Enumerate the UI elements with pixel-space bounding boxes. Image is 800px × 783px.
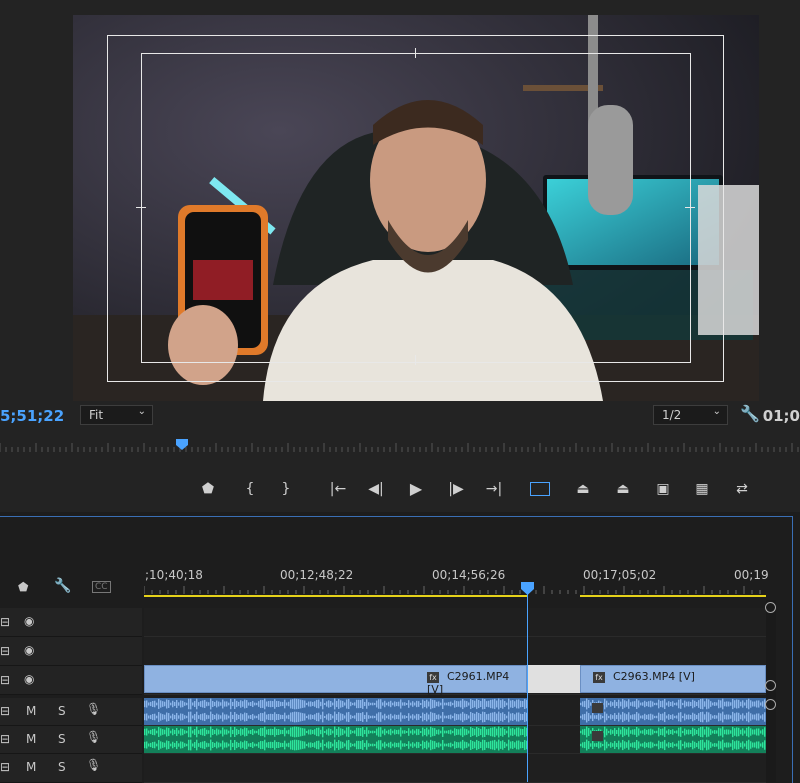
program-video-frame[interactable] xyxy=(73,15,759,401)
wrench-icon[interactable]: 🔧 xyxy=(54,578,71,594)
safe-center-tick xyxy=(685,207,695,208)
mute-button[interactable]: M xyxy=(26,732,36,746)
scroll-handle[interactable] xyxy=(765,602,776,613)
video-clip[interactable]: fx C2961.MP4 [V] xyxy=(144,665,527,696)
safe-margins-button[interactable] xyxy=(530,482,550,496)
track-header-v3[interactable]: ⊟ ◉ xyxy=(0,608,142,637)
sync-lock-icon[interactable]: ⊟ xyxy=(0,673,10,687)
chevron-down-icon: ⌄ xyxy=(712,406,721,417)
mute-button[interactable]: M xyxy=(26,704,36,718)
title-safe-margin xyxy=(141,53,691,363)
fx-badge xyxy=(592,703,603,713)
duration-timecode: 01;0 xyxy=(762,407,800,425)
eye-icon[interactable]: ◉ xyxy=(24,614,34,628)
track-v2[interactable] xyxy=(144,637,766,666)
track-header-a1[interactable]: ⊟ M S 🎙 xyxy=(0,698,142,726)
extract-button[interactable]: ⏏ xyxy=(609,478,637,500)
gap-selection[interactable] xyxy=(528,665,580,693)
mark-in-button[interactable]: { xyxy=(236,478,264,500)
playhead-timecode[interactable]: 5;51;22 xyxy=(0,407,64,425)
track-header-v1[interactable]: ⊟ ◉ xyxy=(0,666,142,695)
resolution-value: 1/2 xyxy=(662,408,682,422)
microphone-icon[interactable]: 🎙 xyxy=(86,730,101,744)
ruler-timecode: 00;12;48;22 xyxy=(280,568,354,582)
compare-view-button[interactable]: ▦ xyxy=(688,478,716,500)
audio-clip-a2[interactable] xyxy=(144,726,527,753)
export-frame-button[interactable]: ▣ xyxy=(649,478,677,500)
track-header-v2[interactable]: ⊟ ◉ xyxy=(0,637,142,666)
eye-icon[interactable]: ◉ xyxy=(24,643,34,657)
zoom-level-value: Fit xyxy=(89,408,104,422)
safe-center-tick xyxy=(415,48,416,58)
sync-lock-icon[interactable]: ⊟ xyxy=(0,644,10,658)
audio-clips[interactable] xyxy=(144,698,766,754)
eye-icon[interactable]: ◉ xyxy=(24,672,34,686)
track-header-a2[interactable]: ⊟ M S 🎙 xyxy=(0,726,142,754)
wrench-icon[interactable]: 🔧 xyxy=(740,404,760,423)
step-forward-button[interactable]: |▶ xyxy=(442,478,470,500)
add-marker-button[interactable]: ⬟ xyxy=(194,478,222,500)
sync-lock-icon[interactable]: ⊟ xyxy=(0,615,10,629)
lift-button[interactable]: ⏏ xyxy=(569,478,597,500)
solo-button[interactable]: S xyxy=(58,760,66,774)
clip-label: C2963.MP4 [V] xyxy=(613,670,695,683)
fx-badge: fx xyxy=(427,671,439,683)
safe-center-tick xyxy=(136,207,146,208)
work-area-bar[interactable] xyxy=(580,595,766,597)
ruler-timecode: 00;19 xyxy=(734,568,769,582)
video-clip[interactable]: fx C2963.MP4 [V] xyxy=(580,665,766,693)
playhead-handle[interactable] xyxy=(521,582,534,595)
solo-button[interactable]: S xyxy=(58,704,66,718)
chevron-down-icon: ⌄ xyxy=(137,406,146,417)
play-button[interactable]: ▶ xyxy=(402,478,430,500)
vertical-scrollbar[interactable] xyxy=(766,600,776,782)
track-v3[interactable] xyxy=(144,608,766,637)
scroll-handle[interactable] xyxy=(765,680,776,691)
microphone-icon[interactable]: 🎙 xyxy=(86,702,101,716)
playhead-line[interactable] xyxy=(527,592,528,782)
sync-lock-icon[interactable]: ⊟ xyxy=(0,704,10,718)
mute-button[interactable]: M xyxy=(26,760,36,774)
resolution-select[interactable]: 1/2 ⌄ xyxy=(653,405,728,425)
captions-icon[interactable]: CC xyxy=(92,581,111,593)
mark-out-button[interactable]: } xyxy=(272,478,300,500)
scroll-handle[interactable] xyxy=(765,699,776,710)
fx-badge: fx xyxy=(593,671,605,683)
clip-label: C2961.MP4 [V] xyxy=(427,670,510,696)
microphone-icon[interactable]: 🎙 xyxy=(86,758,101,772)
ruler-timecode: 00;14;56;26 xyxy=(432,568,506,582)
sync-lock-icon[interactable]: ⊟ xyxy=(0,732,10,746)
go-to-out-button[interactable]: →| xyxy=(480,478,508,500)
go-to-in-button[interactable]: |← xyxy=(324,478,352,500)
solo-button[interactable]: S xyxy=(58,732,66,746)
track-header-a3[interactable]: ⊟ M S 🎙 xyxy=(0,754,142,783)
ruler-timecode: 00;17;05;02 xyxy=(583,568,657,582)
marker-icon[interactable]: ⬟ xyxy=(18,580,28,594)
sync-lock-icon[interactable]: ⊟ xyxy=(0,760,10,774)
ruler-timecode: ;10;40;18 xyxy=(145,568,203,582)
fx-badge xyxy=(592,731,603,741)
zoom-level-select[interactable]: Fit ⌄ xyxy=(80,405,153,425)
step-back-button[interactable]: ◀| xyxy=(362,478,390,500)
transport-bar xyxy=(0,470,800,512)
timeline-ruler[interactable] xyxy=(144,584,766,600)
audio-clip-a1[interactable] xyxy=(144,698,527,725)
proxy-toggle-button[interactable]: ⇄ xyxy=(728,478,756,500)
monitor-time-ruler[interactable] xyxy=(0,439,800,455)
work-area-bar[interactable] xyxy=(144,595,527,597)
safe-center-tick xyxy=(415,355,416,365)
track-a3[interactable] xyxy=(144,754,766,783)
